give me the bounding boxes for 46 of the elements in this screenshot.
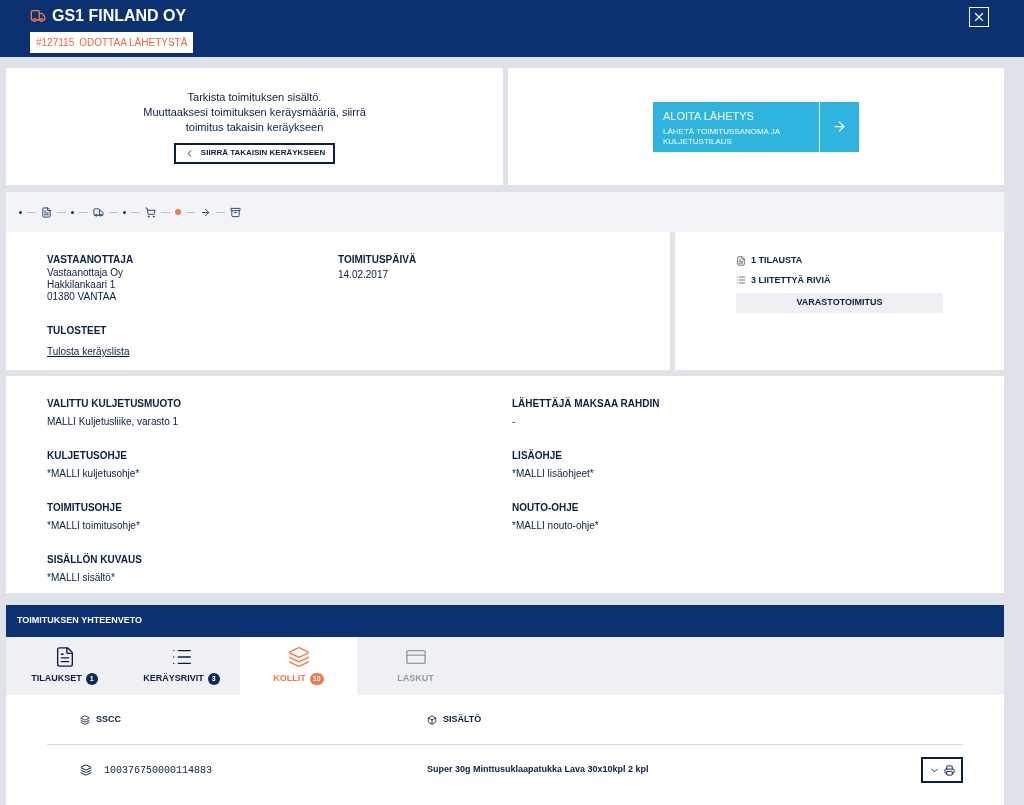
field-value: MALLI Kuljetusliike, varasto 1 [47,415,180,429]
count-text: 1 TILAUSTA [751,254,803,267]
document-icon [736,255,746,266]
field-label: VALITTU KULJETUSMUOTO [47,397,183,411]
layers-icon [80,764,92,776]
sscc-code: 100376750000114883 [104,763,213,778]
address-line: 01380 VANTAA [47,291,118,303]
field-label: TULOSTEET [47,324,108,338]
count-text: 3 LIITETTYÄ RIVIÄ [751,273,831,287]
address-line: Vastaanottaja Oy [47,267,124,279]
company-title: GS1 FINLAND OY [52,6,187,26]
arrow-right-icon [832,119,847,134]
expand-print-button[interactable] [921,757,963,783]
field-value: *MALLI toimitusohje* [47,519,141,533]
summary-header: TOIMITUKSEN YHTEENVETO [6,605,1004,637]
field-label: TOIMITUSOHJE [47,501,123,515]
field-value: *MALLI lisäohjeet* [512,467,595,481]
column-header: SSCC [96,712,121,726]
close-icon [972,10,986,24]
field-label: NOUTO-OHJE [512,501,580,515]
field-label: SISÄLLÖN KUVAUS [47,552,143,567]
field-label: VASTAANOTTAJA [47,253,135,267]
delivery-date: 14.02.2017 [338,268,390,282]
layers-icon [287,646,310,669]
field-value: - [512,415,517,429]
field-value: *MALLI kuljetusohje* [47,467,141,481]
close-button[interactable] [969,7,989,27]
field-value: *MALLI sisältö* [47,571,116,585]
content-cell-text: Super 30g Minttusuklaapatukka Lava 30x10kpl 2 kpl [427,763,650,777]
list-icon [736,275,746,286]
review-text: Tarkista toimituksen sisältö. Muuttaaksesi toimituksen keräysmääriä, siirrä toimitus takaisin keräykseen [143,89,366,135]
field-label: KULJETUSOHJE [47,449,128,463]
printer-icon [944,764,955,776]
print-link[interactable]: Tulosta keräyslista [47,344,130,359]
column-header: SISÄLTÖ [443,712,482,726]
field-label: LÄHETTÄJÄ MAKSAA RAHDIN [512,396,661,411]
field-label: TOIMITUSPÄIVÄ [338,252,417,267]
delivery-type-label: VARASTOTOIMITUS [736,293,943,313]
status-badge: #127115 ODOTTAA LÄHETYSTÄ [30,32,194,53]
box-icon [427,714,437,725]
address-line: Hakkilankaari 1 [47,279,117,291]
field-value: *MALLI nouto-ohje* [512,519,600,533]
layers-icon [80,714,90,725]
field-label: LISÄOHJE [512,448,563,463]
truck-icon [30,8,46,24]
move-back-button[interactable]: SIIRRÄ TAKAISIN KERÄYKSEEN [173,142,336,164]
